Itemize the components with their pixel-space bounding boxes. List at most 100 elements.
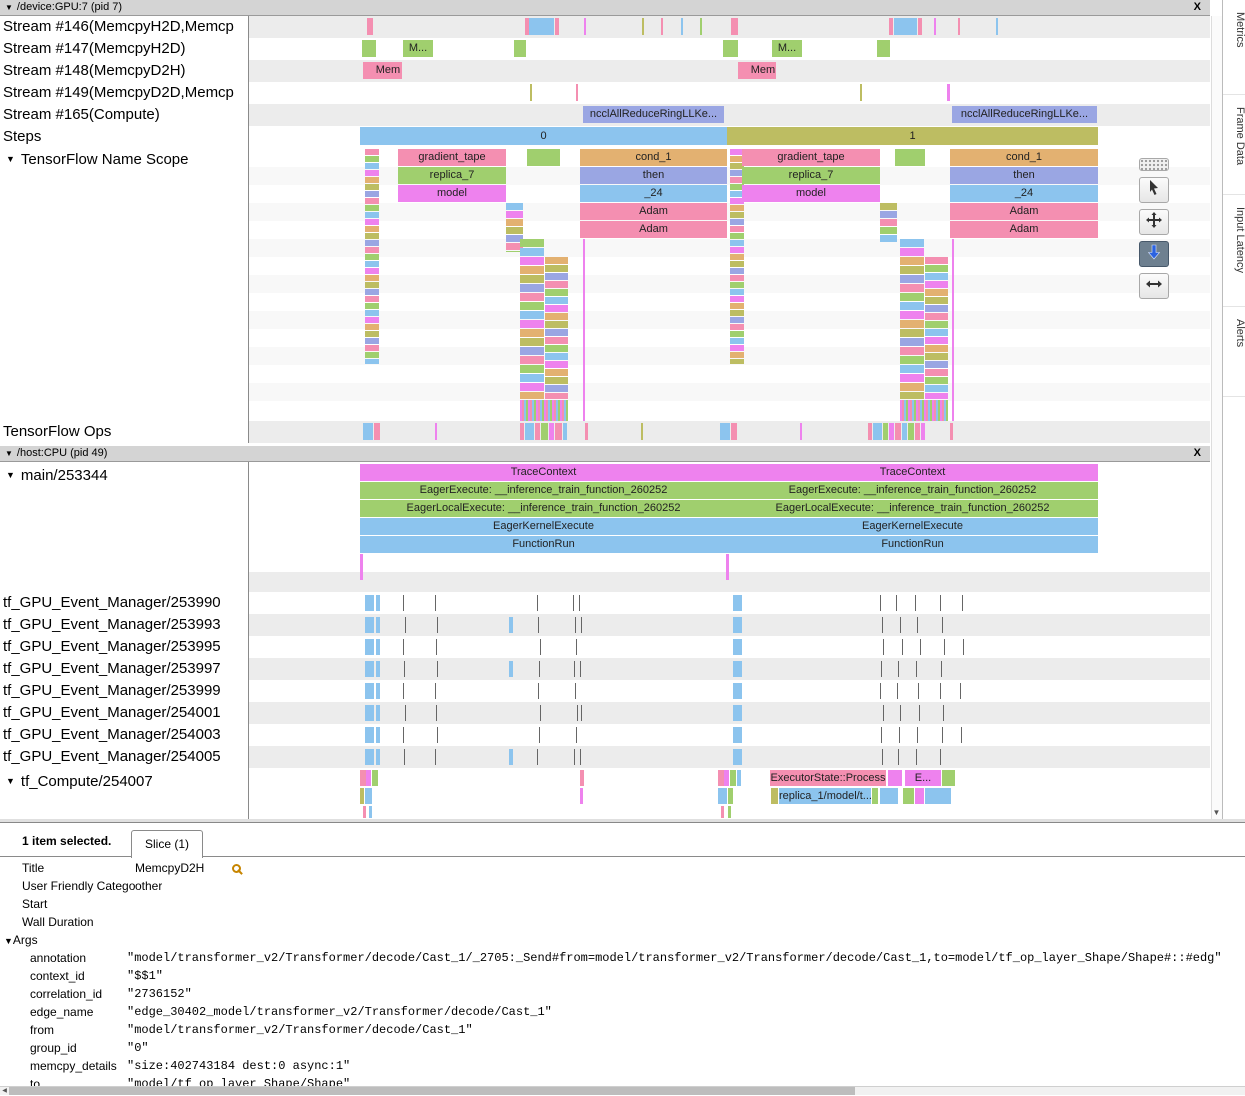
trace-slice[interactable] [730, 310, 744, 316]
trace-event-tick[interactable] [882, 617, 883, 633]
trace-slice[interactable] [730, 212, 744, 218]
args-section-header[interactable]: ▼Args [0, 931, 1245, 949]
trace-slice[interactable] [925, 385, 948, 392]
trace-event-tick[interactable] [581, 617, 582, 633]
trace-slice[interactable] [520, 284, 544, 292]
trace-slice[interactable] [514, 40, 526, 57]
trace-slice[interactable] [372, 770, 378, 786]
trace-slice[interactable] [900, 338, 924, 346]
trace-event-tick[interactable] [941, 661, 942, 677]
trace-slice[interactable] [730, 324, 744, 330]
trace-slice[interactable] [925, 321, 948, 328]
select-tool-button[interactable] [1139, 177, 1169, 203]
trace-slice[interactable] [900, 239, 924, 247]
trace-slice[interactable]: EagerLocalExecute: __inference_train_fun… [727, 500, 1098, 517]
trace-slice[interactable] [580, 770, 584, 786]
trace-slice[interactable] [365, 352, 379, 358]
trace-slice[interactable]: replica_7 [398, 167, 506, 184]
horizontal-scrollbar[interactable]: ◀ [0, 1086, 1245, 1095]
trace-slice[interactable] [509, 617, 513, 633]
trace-slice[interactable] [365, 595, 374, 611]
trace-slice[interactable] [545, 321, 568, 328]
trace-slice[interactable] [880, 235, 897, 242]
trace-slice[interactable]: E... [905, 770, 941, 786]
trace-slice[interactable] [733, 661, 742, 677]
trace-slice[interactable] [950, 423, 953, 440]
timing-tool-button[interactable] [1139, 273, 1169, 299]
trace-slice[interactable] [506, 203, 523, 210]
trace-slice[interactable] [868, 423, 872, 440]
trace-slice[interactable] [520, 248, 544, 256]
trace-slice[interactable] [365, 149, 379, 155]
trace-slice[interactable] [918, 18, 922, 35]
trace-slice[interactable]: M... [772, 40, 802, 57]
trace-slice[interactable] [376, 727, 380, 743]
trace-slice[interactable] [730, 352, 744, 358]
trace-slice[interactable] [520, 392, 544, 399]
trace-slice[interactable] [889, 423, 894, 440]
trace-slice[interactable] [360, 788, 364, 804]
trace-event-tick[interactable] [883, 705, 884, 721]
scroll-down-arrow[interactable]: ▼ [1211, 805, 1222, 820]
trace-event-tick[interactable] [405, 705, 406, 721]
trace-slice[interactable] [520, 329, 544, 337]
trace-event-tick[interactable] [405, 617, 406, 633]
trace-slice[interactable] [376, 639, 380, 655]
trace-slice[interactable] [367, 18, 373, 35]
trace-slice[interactable] [900, 383, 924, 391]
trace-event-tick[interactable] [916, 749, 917, 765]
trace-slice[interactable] [947, 84, 950, 101]
trace-slice[interactable] [376, 617, 380, 633]
gpu-panel-close-button[interactable]: X [1194, 0, 1201, 15]
trace-slice[interactable] [555, 18, 559, 35]
trace-event-tick[interactable] [940, 683, 941, 699]
trace-slice[interactable]: then [950, 167, 1098, 184]
trace-event-tick[interactable] [437, 617, 438, 633]
trace-slice[interactable] [880, 203, 897, 210]
trace-slice[interactable] [506, 227, 523, 234]
trace-slice[interactable] [731, 423, 737, 440]
trace-slice[interactable] [726, 554, 729, 580]
trace-slice[interactable] [520, 266, 544, 274]
trace-event-tick[interactable] [404, 749, 405, 765]
trace-slice[interactable]: ncclAllReduceRingLLKe... [952, 106, 1097, 123]
trace-slice[interactable] [509, 661, 513, 677]
trace-slice[interactable] [730, 254, 744, 260]
trace-slice[interactable] [730, 205, 744, 211]
trace-slice[interactable] [925, 305, 948, 312]
trace-slice[interactable] [580, 788, 583, 804]
trace-event-tick[interactable] [575, 683, 576, 699]
trace-slice[interactable]: replica_1/model/t... [779, 788, 871, 804]
trace-slice[interactable] [733, 705, 742, 721]
trace-slice[interactable] [894, 18, 917, 35]
trace-slice[interactable] [376, 705, 380, 721]
trace-slice[interactable] [545, 265, 568, 272]
trace-event-tick[interactable] [540, 705, 541, 721]
trace-slice[interactable] [520, 383, 544, 391]
trace-slice[interactable] [900, 374, 924, 382]
trace-slice[interactable] [545, 345, 568, 352]
trace-slice[interactable] [545, 281, 568, 288]
trace-slice[interactable] [730, 219, 744, 225]
trace-event-tick[interactable] [882, 749, 883, 765]
trace-slice[interactable] [365, 198, 379, 204]
trace-slice[interactable] [525, 423, 534, 440]
trace-slice[interactable] [925, 297, 948, 304]
trace-slice[interactable] [545, 257, 568, 264]
trace-slice[interactable] [374, 423, 380, 440]
trace-event-tick[interactable] [575, 617, 576, 633]
side-tab-frame-data[interactable]: Frame Data [1223, 95, 1245, 195]
trace-event-tick[interactable] [880, 595, 881, 611]
trace-slice[interactable] [733, 617, 742, 633]
trace-slice[interactable] [545, 337, 568, 344]
trace-slice[interactable] [520, 356, 544, 364]
trace-slice[interactable] [900, 266, 924, 274]
trace-slice[interactable] [733, 683, 742, 699]
pan-tool-button[interactable] [1139, 209, 1169, 235]
trace-slice[interactable]: Adam [580, 221, 727, 238]
trace-slice[interactable] [520, 338, 544, 346]
trace-slice[interactable] [365, 247, 379, 253]
trace-slice[interactable] [730, 359, 744, 364]
trace-slice[interactable] [545, 273, 568, 280]
trace-slice[interactable] [520, 302, 544, 310]
